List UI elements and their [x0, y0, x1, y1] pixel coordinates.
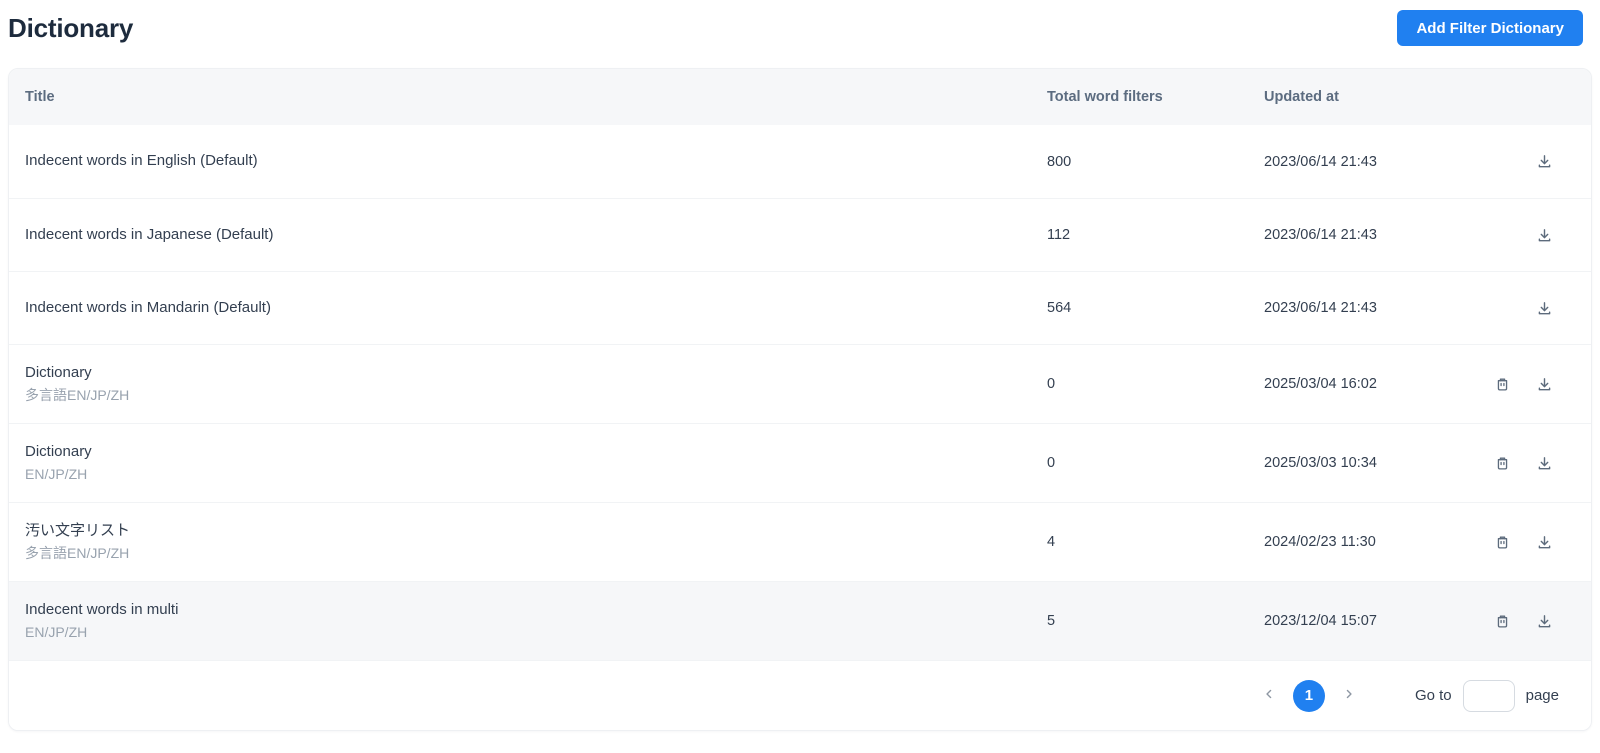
updated-at-cell: 2023/06/14 21:43: [1264, 227, 1377, 243]
updated-at-cell: 2023/06/14 21:43: [1264, 300, 1377, 316]
download-icon: [1536, 376, 1553, 393]
goto-page-input[interactable]: [1462, 679, 1515, 712]
updated-at-cell: 2023/06/14 21:43: [1264, 153, 1377, 170]
total-word-filters-cell: 112: [1047, 227, 1071, 243]
delete-button[interactable]: [1493, 533, 1511, 551]
table-row: Indecent words in Japanese (Default) 112…: [9, 198, 1591, 271]
download-button[interactable]: [1535, 375, 1553, 393]
download-icon: [1536, 153, 1553, 170]
table-row: Indecent words in multi EN/JP/ZH 5 2023/…: [9, 581, 1591, 660]
add-filter-dictionary-button[interactable]: Add Filter Dictionary: [1397, 10, 1583, 46]
delete-button[interactable]: [1493, 454, 1511, 472]
delete-button[interactable]: [1493, 612, 1511, 630]
download-button[interactable]: [1535, 153, 1553, 171]
download-button[interactable]: [1535, 454, 1553, 472]
download-button[interactable]: [1535, 612, 1553, 630]
dictionary-subtitle: 多言語EN/JP/ZH: [25, 545, 130, 562]
dictionary-subtitle: EN/JP/ZH: [25, 466, 88, 483]
title-cell: Indecent words in multi EN/JP/ZH: [9, 600, 1047, 642]
column-header-total: Total word filters: [1047, 89, 1163, 105]
total-word-filters-cell: 4: [1047, 534, 1056, 550]
goto-label: Go to: [1414, 687, 1452, 704]
trash-icon: [1494, 534, 1511, 551]
updated-at-cell: 2024/02/23 11:30: [1264, 534, 1376, 550]
table-header-row: Title Total word filters Updated at: [9, 69, 1591, 125]
page-1-button[interactable]: 1: [1292, 679, 1325, 712]
title-cell: Dictionary 多言語EN/JP/ZH: [9, 363, 1047, 405]
dictionary-title: Dictionary: [25, 363, 92, 381]
goto-page-group: Go to page: [1414, 679, 1559, 712]
row-actions: [1451, 153, 1591, 171]
title-cell: Dictionary EN/JP/ZH: [9, 442, 1047, 484]
pagination-bar: 1 Go to page: [9, 660, 1591, 730]
trash-icon: [1494, 455, 1511, 472]
row-actions: [1451, 375, 1591, 393]
total-word-filters-cell: 0: [1047, 455, 1056, 471]
trash-icon: [1494, 376, 1511, 393]
dictionary-subtitle: EN/JP/ZH: [25, 624, 88, 641]
total-word-filters-cell: 5: [1047, 613, 1056, 629]
updated-at-cell: 2025/03/03 10:34: [1264, 455, 1377, 471]
page-title: Dictionary: [8, 12, 134, 43]
title-cell: 汚い文字リスト 多言語EN/JP/ZH: [9, 521, 1047, 563]
table-row: Dictionary EN/JP/ZH 0 2025/03/03 10:34: [9, 423, 1591, 502]
column-header-title: Title: [25, 89, 55, 105]
page-header: Dictionary Add Filter Dictionary: [0, 0, 1600, 46]
download-button[interactable]: [1535, 533, 1553, 551]
download-icon: [1536, 613, 1553, 630]
title-cell: Indecent words in English (Default): [9, 151, 1047, 171]
dictionary-subtitle: 多言語EN/JP/ZH: [25, 387, 130, 404]
dictionary-title: 汚い文字リスト: [25, 521, 131, 539]
prev-page-button[interactable]: [1255, 682, 1283, 710]
dictionary-title: Indecent words in English (Default): [25, 152, 258, 170]
download-icon: [1536, 455, 1553, 472]
updated-at-cell: 2023/12/04 15:07: [1264, 613, 1377, 629]
dictionary-title: Indecent words in Japanese (Default): [25, 225, 274, 243]
page-label: page: [1525, 687, 1559, 704]
row-actions: [1451, 299, 1591, 317]
download-icon: [1536, 300, 1553, 317]
total-word-filters-cell: 0: [1047, 376, 1056, 392]
trash-icon: [1494, 613, 1511, 630]
title-cell: Indecent words in Mandarin (Default): [9, 298, 1047, 318]
dictionary-title: Dictionary: [25, 442, 92, 460]
table-row: Dictionary 多言語EN/JP/ZH 0 2025/03/04 16:0…: [9, 344, 1591, 423]
chevron-left-icon: [1262, 687, 1276, 704]
title-cell: Indecent words in Japanese (Default): [9, 225, 1047, 245]
column-header-updated: Updated at: [1264, 89, 1339, 105]
delete-button[interactable]: [1493, 375, 1511, 393]
total-word-filters-cell: 564: [1047, 300, 1072, 316]
next-page-button[interactable]: [1335, 682, 1363, 710]
row-actions: [1451, 454, 1591, 472]
row-actions: [1451, 533, 1591, 551]
table-row: 汚い文字リスト 多言語EN/JP/ZH 4 2024/02/23 11:30: [9, 502, 1591, 581]
row-actions: [1451, 226, 1591, 244]
updated-at-cell: 2025/03/04 16:02: [1264, 376, 1377, 392]
total-word-filters-cell: 800: [1047, 153, 1072, 170]
table-body: Indecent words in English (Default) 800 …: [9, 125, 1591, 660]
table-row: Indecent words in Mandarin (Default) 564…: [9, 271, 1591, 344]
chevron-right-icon: [1342, 687, 1356, 704]
download-button[interactable]: [1535, 299, 1553, 317]
table-row: Indecent words in English (Default) 800 …: [9, 125, 1591, 198]
dictionary-title: Indecent words in multi: [25, 600, 179, 618]
dictionary-table-card: Title Total word filters Updated at Inde…: [8, 68, 1592, 731]
download-icon: [1536, 534, 1553, 551]
row-actions: [1451, 612, 1591, 630]
dictionary-title: Indecent words in Mandarin (Default): [25, 298, 271, 316]
download-button[interactable]: [1535, 226, 1553, 244]
download-icon: [1536, 227, 1553, 244]
